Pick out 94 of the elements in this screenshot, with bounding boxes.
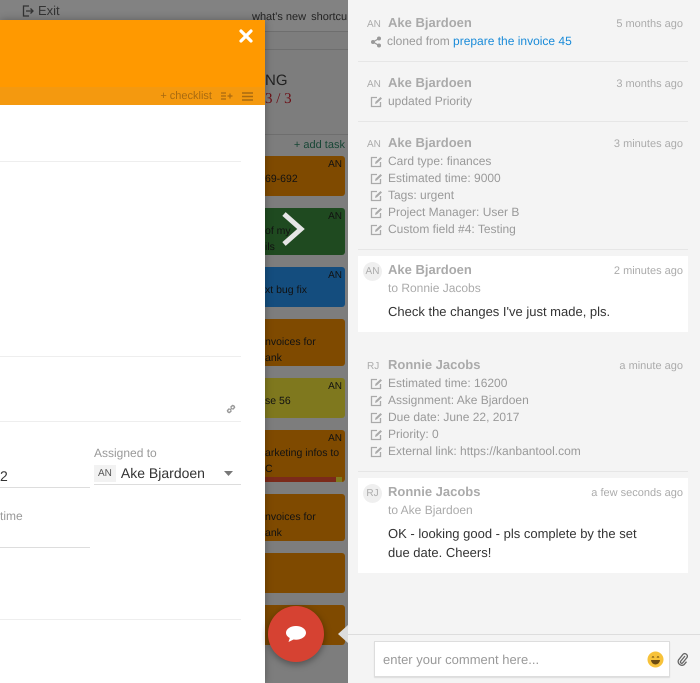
assignee-name: Ake Bjardoen (120, 465, 205, 481)
user-initials: AN (94, 464, 116, 482)
card-initials: AN (328, 380, 342, 393)
activity-text: Estimated time: 9000 (388, 170, 501, 187)
edit-icon (370, 412, 383, 424)
edit-icon (370, 378, 383, 390)
emoji-icon[interactable] (647, 651, 664, 668)
card-title: arketing infos to (265, 446, 340, 461)
task-card[interactable]: nvoices for ank (265, 494, 345, 541)
user-avatar: RJ (363, 484, 382, 503)
activity-text: Due date: June 22, 2017 (388, 409, 520, 426)
user-initials: RJ (367, 361, 380, 372)
card-initials: AN (328, 269, 342, 282)
paperclip-icon[interactable] (677, 652, 688, 666)
edit-icon (370, 206, 383, 218)
card-title: of my (265, 224, 292, 239)
edit-icon (370, 156, 383, 168)
card-title: ils (265, 240, 276, 255)
task-count: 3 / 3 (265, 91, 293, 108)
activity-text: Estimated time: 16200 (388, 375, 508, 392)
add-task-link[interactable]: + add task (294, 139, 345, 151)
author-name: Ronnie Jacobs (388, 484, 480, 499)
edit-icon (370, 96, 383, 108)
author-name: Ake Bjardoen (388, 135, 472, 150)
exit-link[interactable]: Exit (22, 4, 252, 18)
task-card[interactable]: AN xt bug fix (265, 267, 345, 307)
task-card[interactable]: AN se 56 (265, 378, 345, 418)
field-label: Assigned to (94, 446, 158, 460)
timestamp: 3 months ago (616, 78, 683, 90)
user-avatar: AN (363, 262, 382, 281)
author-name: Ake Bjardoen (388, 15, 472, 30)
timestamp: a few seconds ago (591, 487, 683, 499)
exit-icon (22, 5, 34, 17)
activity-text: Custom field #4: Testing (388, 221, 516, 238)
card-initials: AN (328, 432, 342, 445)
speech-bubble-icon (285, 625, 307, 643)
card-title: C (265, 462, 274, 477)
recipient-text: to Ake Bjardoen (388, 503, 474, 517)
timestamp: 2 minutes ago (614, 265, 683, 277)
author-name: Ake Bjardoen (388, 262, 472, 277)
nav-link[interactable]: what's new (252, 10, 306, 24)
menu-icon[interactable] (242, 92, 253, 100)
card-title: se 56 (265, 394, 292, 409)
activity-text: Project Manager: User B (388, 204, 520, 221)
list-add-icon[interactable] (221, 92, 233, 100)
card-link[interactable]: prepare the invoice 45 (453, 34, 572, 48)
timestamp: 5 months ago (616, 18, 683, 30)
add-checklist-link[interactable]: + checklist (160, 90, 212, 102)
card-title: 69-692 (265, 172, 299, 187)
edit-icon (370, 394, 383, 406)
date-field[interactable]: 2 (0, 465, 90, 488)
activity-text: updated Priority (388, 93, 472, 110)
task-card[interactable] (265, 553, 345, 593)
task-card[interactable]: AN of my ils (265, 208, 345, 255)
card-initials: AN (328, 210, 342, 223)
assignee-select[interactable]: AN Ake Bjardoen (94, 462, 241, 485)
close-icon[interactable] (239, 29, 253, 43)
edit-icon (370, 172, 383, 184)
user-initials: AN (367, 79, 382, 90)
activity-text: Tags: urgent (388, 187, 454, 204)
comment-text: Check the changes I've just made, pls. (388, 303, 612, 321)
edit-icon (370, 190, 383, 202)
nav-link[interactable]: shortcu (311, 10, 348, 24)
edit-icon (370, 224, 383, 236)
author-name: Ronnie Jacobs (388, 357, 480, 372)
edit-icon (370, 428, 383, 440)
card-title: xt bug fix (265, 283, 308, 298)
comment-field[interactable]: enter your comment here... (374, 641, 670, 677)
timestamp: a minute ago (619, 360, 683, 372)
activity-text: cloned from prepare the invoice 45 (387, 33, 572, 50)
card-title: ank (265, 526, 283, 541)
field-label: time (0, 509, 24, 523)
link-icon[interactable] (225, 403, 237, 415)
card-title: nvoices for (265, 510, 317, 525)
edit-icon (370, 446, 383, 458)
author-name: Ake Bjardoen (388, 75, 472, 90)
activity-text: Priority: 0 (388, 426, 439, 443)
activity-text: External link: https://kanbantool.com (388, 443, 581, 460)
caret-icon (224, 470, 233, 476)
card-initials: AN (328, 158, 342, 171)
task-card[interactable]: AN arketing infos to C (265, 430, 345, 482)
user-initials: AN (367, 139, 382, 150)
card-title: nvoices for (265, 335, 317, 350)
task-card[interactable]: nvoices for ank (265, 319, 345, 366)
task-card[interactable]: AN 69-692 (265, 156, 345, 196)
user-initials: AN (367, 19, 382, 30)
comment-text: OK - looking good - pls complete by the set due date. Cheers! (388, 525, 638, 562)
recipient-text: to Ronnie Jacobs (388, 281, 482, 295)
share-icon (370, 36, 382, 48)
activity-text: Assignment: Ake Bjardoen (388, 392, 529, 409)
activity-text: Card type: finances (388, 153, 492, 170)
card-title: ank (265, 351, 283, 366)
timestamp: 3 minutes ago (614, 138, 683, 150)
column-title: NG (265, 72, 288, 89)
